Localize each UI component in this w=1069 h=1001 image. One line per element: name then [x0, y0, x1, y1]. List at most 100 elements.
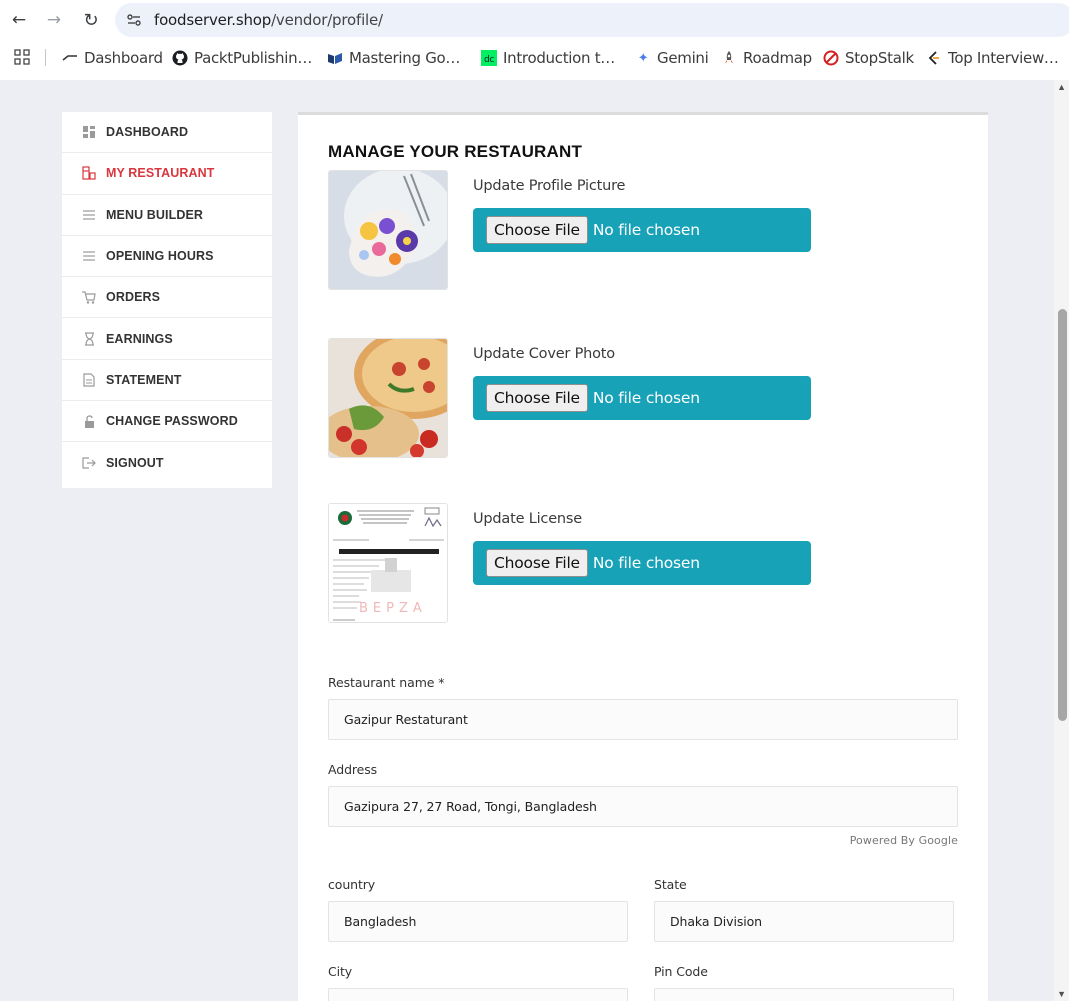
sidebar-item-menu-builder[interactable]: MENU BUILDER	[62, 195, 272, 236]
profile-picture-file-input[interactable]: Choose File No file chosen	[473, 208, 811, 252]
bookmarks-bar: Dashboard PacktPublishin… Mastering Go… …	[0, 42, 1069, 72]
svg-text:BEPZA: BEPZA	[359, 601, 427, 616]
bookmark-label: PacktPublishin…	[194, 49, 313, 67]
gemini-sparkle-icon: ✦	[637, 50, 649, 66]
powered-by-google: Powered By Google	[849, 834, 958, 847]
file-status-text: No file chosen	[592, 554, 700, 572]
restaurant-name-label: Restaurant name *	[328, 675, 445, 690]
sidebar-item-opening-hours[interactable]: OPENING HOURS	[62, 236, 272, 278]
address-bar-row: ← → ↻ foodserver.shop/vendor/profile/	[0, 0, 1069, 40]
dashboard-bookmark-icon	[62, 50, 78, 66]
sidebar-item-label: OPENING HOURS	[106, 249, 214, 264]
cover-photo-label: Update Cover Photo	[473, 346, 615, 362]
country-input[interactable]: Bangladesh	[328, 901, 628, 942]
leetcode-icon	[926, 50, 942, 66]
choose-file-button[interactable]: Choose File	[486, 384, 588, 412]
bookmark-gemini[interactable]: ✦ Gemini	[635, 47, 709, 69]
rocket-icon	[721, 50, 737, 66]
profile-picture-label: Update Profile Picture	[473, 178, 626, 194]
forward-arrow-icon[interactable]: →	[42, 8, 66, 32]
bookmark-label: Top Interview…	[948, 49, 1059, 67]
sidebar-item-statement[interactable]: STATEMENT	[62, 360, 272, 402]
bookmark-label: Roadmap	[743, 49, 812, 67]
city-input[interactable]	[328, 988, 628, 1001]
bookmark-packtpublishing[interactable]: PacktPublishin…	[172, 47, 312, 69]
bookmark-label: Gemini	[657, 49, 709, 67]
scroll-down-arrow-icon[interactable]: ▼	[1057, 989, 1066, 999]
sidebar-item-signout[interactable]: SIGNOUT	[62, 442, 272, 483]
vendor-sidebar: DASHBOARD MY RESTAURANT MENU BUILDER OPE…	[62, 112, 272, 488]
document-icon	[82, 373, 96, 387]
svg-text:dc: dc	[484, 55, 494, 65]
sidebar-item-dashboard[interactable]: DASHBOARD	[62, 112, 272, 154]
choose-file-button[interactable]: Choose File	[486, 549, 588, 577]
bookmark-top-interview[interactable]: Top Interview…	[926, 47, 1059, 69]
bookmarks-divider	[45, 49, 46, 66]
url-bar[interactable]: foodserver.shop/vendor/profile/	[115, 3, 1069, 37]
manage-restaurant-card: MANAGE YOUR RESTAURANT Update Profile Pi…	[298, 112, 988, 1001]
url-path: /vendor/profile/	[271, 11, 383, 29]
bookmark-stopstalk[interactable]: StopStalk	[823, 47, 914, 69]
scrollbar-thumb[interactable]	[1058, 309, 1067, 721]
address-label: Address	[328, 762, 378, 777]
url-host: foodserver.shop	[154, 11, 272, 29]
file-status-text: No file chosen	[592, 389, 700, 407]
pin-code-input[interactable]	[654, 988, 954, 1001]
bookmark-label: StopStalk	[845, 49, 914, 67]
url-text[interactable]: foodserver.shop/vendor/profile/	[154, 11, 383, 29]
pin-code-label: Pin Code	[654, 964, 708, 979]
license-thumbnail: BEPZA	[328, 503, 448, 623]
bookmark-mastering-go[interactable]: Mastering Go…	[327, 47, 460, 69]
reload-icon[interactable]: ↻	[79, 8, 103, 32]
vertical-scrollbar[interactable]: ▲ ▼	[1054, 80, 1069, 1001]
restaurant-icon	[82, 166, 96, 181]
sidebar-item-label: ORDERS	[106, 290, 161, 305]
bookmark-roadmap[interactable]: Roadmap	[721, 47, 812, 69]
sidebar-item-label: MENU BUILDER	[106, 207, 204, 222]
address-input[interactable]: Gazipura 27, 27 Road, Tongi, Bangladesh	[328, 786, 958, 827]
back-arrow-icon[interactable]: ←	[7, 8, 31, 32]
sidebar-item-label: SIGNOUT	[106, 456, 164, 471]
sidebar-item-my-restaurant[interactable]: MY RESTAURANT	[62, 153, 272, 195]
city-label: City	[328, 964, 353, 979]
browser-chrome: ← → ↻ foodserver.shop/vendor/profile/ Da…	[0, 0, 1069, 80]
sidebar-item-label: CHANGE PASSWORD	[106, 414, 238, 429]
site-settings-icon[interactable]	[126, 12, 142, 28]
book-icon	[327, 50, 343, 66]
scroll-up-arrow-icon[interactable]: ▲	[1057, 82, 1066, 92]
restaurant-name-input[interactable]: Gazipur Restaturant	[328, 699, 958, 740]
sidebar-item-label: MY RESTAURANT	[106, 166, 215, 181]
bookmark-introduction[interactable]: dc Introduction t…	[481, 47, 615, 69]
bookmark-label: Dashboard	[84, 49, 163, 67]
sidebar-item-earnings[interactable]: EARNINGS	[62, 318, 272, 360]
menu-lines-icon	[82, 249, 96, 263]
page-viewport: ▲ ▼ DASHBOARD MY RESTAURANT MENU BUILDER…	[0, 80, 1069, 1001]
sidebar-item-label: STATEMENT	[106, 372, 182, 387]
state-label: State	[654, 877, 687, 892]
stopstalk-icon	[823, 50, 839, 66]
bookmark-dashboard[interactable]: Dashboard	[62, 47, 163, 69]
choose-file-button[interactable]: Choose File	[486, 216, 588, 244]
dashboard-icon	[82, 125, 96, 139]
unlock-icon	[82, 414, 96, 428]
dc-icon: dc	[481, 50, 497, 66]
bookmark-label: Mastering Go…	[349, 49, 461, 67]
sidebar-item-label: DASHBOARD	[106, 125, 189, 140]
hourglass-icon	[82, 332, 96, 346]
signout-icon	[82, 456, 96, 470]
page-title: MANAGE YOUR RESTAURANT	[328, 142, 583, 161]
apps-grid-icon[interactable]	[14, 49, 30, 65]
sidebar-item-label: EARNINGS	[106, 331, 173, 346]
country-label: country	[328, 877, 376, 892]
cover-photo-file-input[interactable]: Choose File No file chosen	[473, 376, 811, 420]
state-input[interactable]: Dhaka Division	[654, 901, 954, 942]
cart-icon	[82, 290, 96, 304]
file-status-text: No file chosen	[592, 221, 700, 239]
bookmark-label: Introduction t…	[503, 49, 615, 67]
menu-lines-icon	[82, 208, 96, 222]
license-file-input[interactable]: Choose File No file chosen	[473, 541, 811, 585]
profile-picture-thumbnail	[328, 170, 448, 290]
sidebar-item-orders[interactable]: ORDERS	[62, 277, 272, 319]
license-label: Update License	[473, 511, 582, 527]
sidebar-item-change-password[interactable]: CHANGE PASSWORD	[62, 401, 272, 443]
